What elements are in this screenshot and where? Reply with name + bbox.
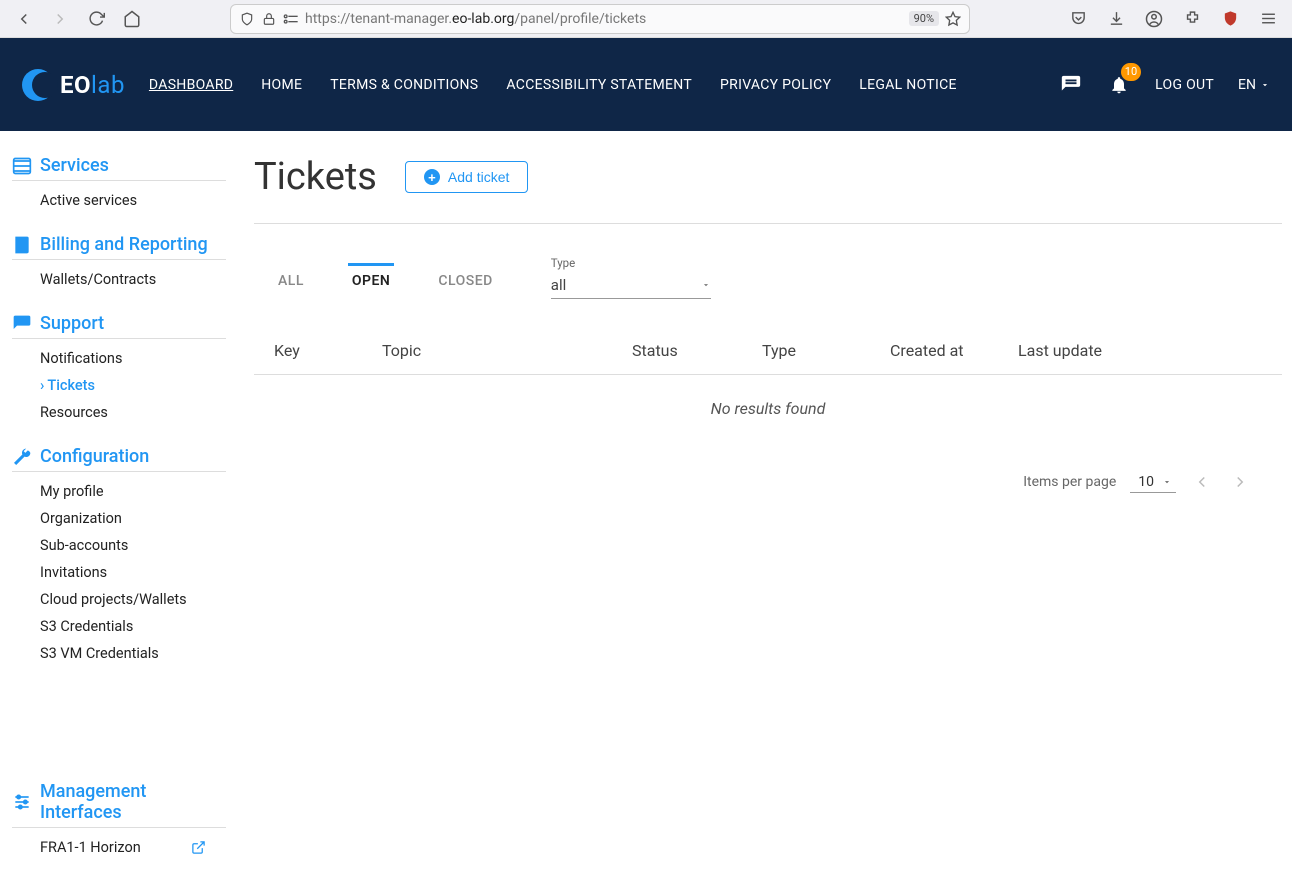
top-nav: EOlab DASHBOARD HOME TERMS & CONDITIONS … [0,38,1292,131]
sidebar-item-s3-credentials[interactable]: S3 Credentials [40,613,226,640]
url-bar[interactable]: https://tenant-manager.eo-lab.org/panel/… [230,4,970,34]
col-created: Created at [890,341,1018,360]
prev-page-button[interactable] [1190,470,1214,494]
reload-button[interactable] [82,5,110,33]
col-status: Status [632,341,762,360]
sidebar-item-tickets[interactable]: ›Tickets [40,372,226,399]
sidebar-item-resources[interactable]: Resources [40,399,226,426]
no-results-message: No results found [254,375,1282,442]
nav-terms[interactable]: TERMS & CONDITIONS [330,77,478,93]
sidebar-item-active-services[interactable]: Active services [40,187,226,214]
browser-chrome: https://tenant-manager.eo-lab.org/panel/… [0,0,1292,38]
sidebar-header-services[interactable]: Services [12,147,226,181]
sidebar-item-s3-vm-credentials[interactable]: S3 VM Credentials [40,640,226,667]
nav-accessibility[interactable]: ACCESSIBILITY STATEMENT [506,77,692,93]
sidebar-section-billing: Billing and Reporting Wallets/Contracts [12,226,226,299]
nav-legal[interactable]: LEGAL NOTICE [859,77,956,93]
bookmark-star-icon[interactable] [945,11,961,27]
tune-icon [12,792,32,812]
logo-icon [22,69,54,101]
external-link-icon [191,840,206,855]
type-filter-label: Type [551,256,711,270]
zoom-badge[interactable]: 90% [909,11,939,26]
extensions-icon[interactable] [1178,5,1206,33]
wrench-icon [12,447,32,467]
items-per-page-select[interactable]: 10 [1130,472,1176,493]
sidebar-item-cloud-projects[interactable]: Cloud projects/Wallets [40,586,226,613]
nav-privacy[interactable]: PRIVACY POLICY [720,77,831,93]
sidebar-header-management[interactable]: Management Interfaces [12,773,226,828]
forward-button [46,5,74,33]
sidebar: Services Active services Billing and Rep… [0,131,236,883]
ublock-icon[interactable] [1216,5,1244,33]
sidebar-item-wallets-contracts[interactable]: Wallets/Contracts [40,266,226,293]
messages-icon[interactable] [1059,73,1083,97]
chat-icon [12,314,32,334]
type-filter: Type all [551,256,711,299]
menu-icon[interactable] [1254,5,1282,33]
nav-links: DASHBOARD HOME TERMS & CONDITIONS ACCESS… [149,77,957,93]
chevron-down-icon [701,280,711,290]
items-per-page-label: Items per page [1023,474,1116,490]
chrome-right-icons [1064,5,1282,33]
language-label: EN [1238,77,1256,93]
url-text: https://tenant-manager.eo-lab.org/panel/… [305,11,903,27]
sidebar-section-configuration: Configuration My profile Organization Su… [12,438,226,673]
add-ticket-button[interactable]: + Add ticket [405,161,528,193]
notification-badge: 10 [1121,63,1141,81]
divider [254,223,1282,224]
sidebar-header-configuration[interactable]: Configuration [12,438,226,472]
sidebar-item-notifications[interactable]: Notifications [40,345,226,372]
col-key: Key [254,341,382,360]
sidebar-item-organization[interactable]: Organization [40,505,226,532]
col-type: Type [762,341,890,360]
page-title: Tickets [254,155,377,199]
permissions-icon [283,11,299,27]
main-content: Tickets + Add ticket ALL OPEN CLOSED Typ… [236,131,1292,883]
book-icon [12,235,32,255]
nav-home[interactable]: HOME [261,77,302,93]
nav-dashboard[interactable]: DASHBOARD [149,77,233,93]
filter-tabs: ALL OPEN CLOSED [254,263,497,299]
sidebar-section-support: Support Notifications ›Tickets Resources [12,305,226,432]
back-button[interactable] [10,5,38,33]
next-page-button[interactable] [1228,470,1252,494]
tab-open[interactable]: OPEN [348,263,394,299]
logo-text: EOlab [60,71,125,99]
sidebar-header-support[interactable]: Support [12,305,226,339]
sidebar-section-management: Management Interfaces FRA1-1 Horizon [12,773,226,867]
logo[interactable]: EOlab [22,69,125,101]
home-button[interactable] [118,5,146,33]
type-filter-select[interactable]: all [551,272,711,299]
sidebar-header-billing[interactable]: Billing and Reporting [12,226,226,260]
account-icon[interactable] [1140,5,1168,33]
list-icon [12,156,32,176]
nav-right: 10 LOG OUT EN [1059,73,1270,97]
logout-button[interactable]: LOG OUT [1155,77,1214,93]
language-select[interactable]: EN [1238,77,1270,93]
col-updated: Last update [1018,341,1168,360]
plus-icon: + [424,169,440,185]
tab-closed[interactable]: CLOSED [434,263,496,299]
shield-icon [239,11,255,27]
sidebar-section-services: Services Active services [12,147,226,220]
pocket-icon[interactable] [1064,5,1092,33]
chevron-down-icon [1260,80,1270,90]
sidebar-item-sub-accounts[interactable]: Sub-accounts [40,532,226,559]
chevron-right-icon: › [40,377,44,394]
notifications-icon[interactable]: 10 [1107,73,1131,97]
tab-all[interactable]: ALL [274,263,308,299]
col-topic: Topic [382,341,632,360]
downloads-icon[interactable] [1102,5,1130,33]
pagination: Items per page 10 [254,470,1282,494]
table-header: Key Topic Status Type Created at Last up… [254,327,1282,375]
lock-icon [261,11,277,27]
sidebar-item-my-profile[interactable]: My profile [40,478,226,505]
chevron-down-icon [1162,477,1172,487]
sidebar-item-fra1-horizon[interactable]: FRA1-1 Horizon [40,834,226,861]
sidebar-item-invitations[interactable]: Invitations [40,559,226,586]
